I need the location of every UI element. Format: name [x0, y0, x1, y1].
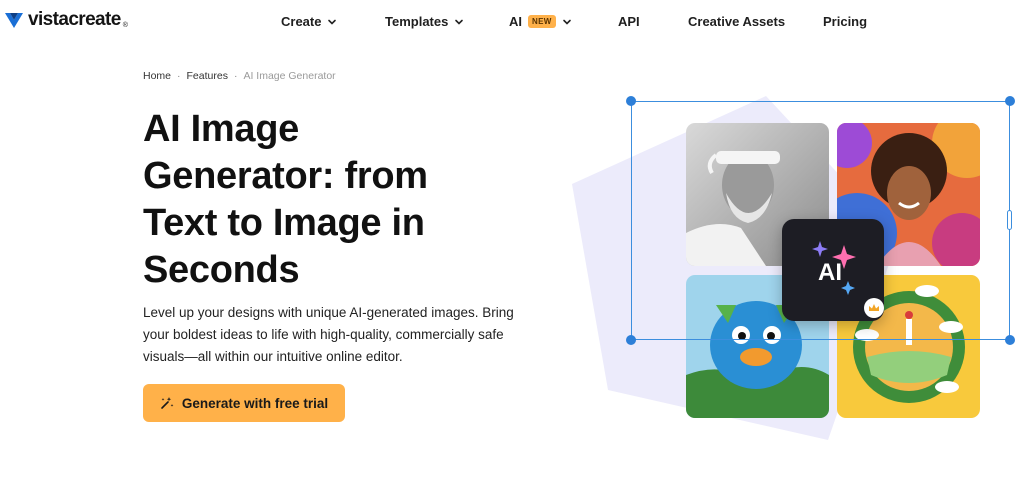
- cta-label: Generate with free trial: [181, 395, 329, 411]
- breadcrumb-separator: ·: [177, 70, 181, 82]
- description-line: visuals—all within our intuitive online …: [143, 349, 403, 364]
- nav-item-api[interactable]: API: [618, 14, 640, 29]
- chevron-down-icon: [328, 19, 337, 25]
- nav-item-label: Create: [281, 14, 322, 29]
- resize-handle-bottom-right[interactable]: [1005, 335, 1015, 345]
- title-line: Generator: from: [143, 155, 428, 197]
- title-line: AI Image: [143, 108, 299, 150]
- nav-item-label: Pricing: [823, 14, 868, 29]
- breadcrumb-current: AI Image Generator: [243, 70, 336, 82]
- title-line: Text to Image in: [143, 202, 425, 244]
- resize-handle-right[interactable]: [1007, 210, 1012, 230]
- nav-item-label: AI: [509, 14, 522, 29]
- page-title: AI Image Generator: from Text to Image i…: [143, 106, 523, 294]
- title-line: Seconds: [143, 249, 300, 291]
- breadcrumb-home[interactable]: Home: [143, 70, 171, 82]
- nav-item-creative-assets[interactable]: Creative Assets: [688, 14, 785, 29]
- new-badge: NEW: [528, 15, 556, 28]
- chevron-down-icon: [455, 19, 464, 25]
- description-line: your boldest ideas to life with high-qua…: [143, 327, 504, 342]
- nav-item-ai[interactable]: AI NEW: [509, 14, 572, 29]
- nav-item-label: Templates: [385, 14, 449, 29]
- hero-illustration: AI: [560, 88, 1024, 448]
- description-line: Level up your designs with unique AI-gen…: [143, 305, 514, 320]
- resize-handle-top-right[interactable]: [1005, 96, 1015, 106]
- premium-crown-icon: [864, 298, 884, 318]
- nav-item-label: API: [618, 14, 640, 29]
- ai-card-label: AI: [818, 259, 842, 286]
- magic-wand-icon: [161, 397, 174, 409]
- nav-item-templates[interactable]: Templates: [385, 14, 464, 29]
- breadcrumb: Home · Features · AI Image Generator: [143, 70, 336, 82]
- breadcrumb-features[interactable]: Features: [187, 70, 228, 82]
- main-nav: Create Templates AI NEW API Creative Ass…: [0, 14, 1024, 32]
- nav-item-create[interactable]: Create: [281, 14, 337, 29]
- nav-item-pricing[interactable]: Pricing: [823, 14, 867, 29]
- hero-description: Level up your designs with unique AI-gen…: [143, 302, 543, 368]
- generate-free-trial-button[interactable]: Generate with free trial: [143, 384, 345, 422]
- nav-item-label: Creative Assets: [688, 14, 786, 29]
- resize-handle-bottom-left[interactable]: [626, 335, 636, 345]
- top-header: vistacreate ® Create Templates AI NEW AP…: [0, 0, 1024, 44]
- breadcrumb-separator: ·: [233, 70, 238, 82]
- chevron-down-icon: [562, 19, 571, 25]
- resize-handle-top-left[interactable]: [626, 96, 636, 106]
